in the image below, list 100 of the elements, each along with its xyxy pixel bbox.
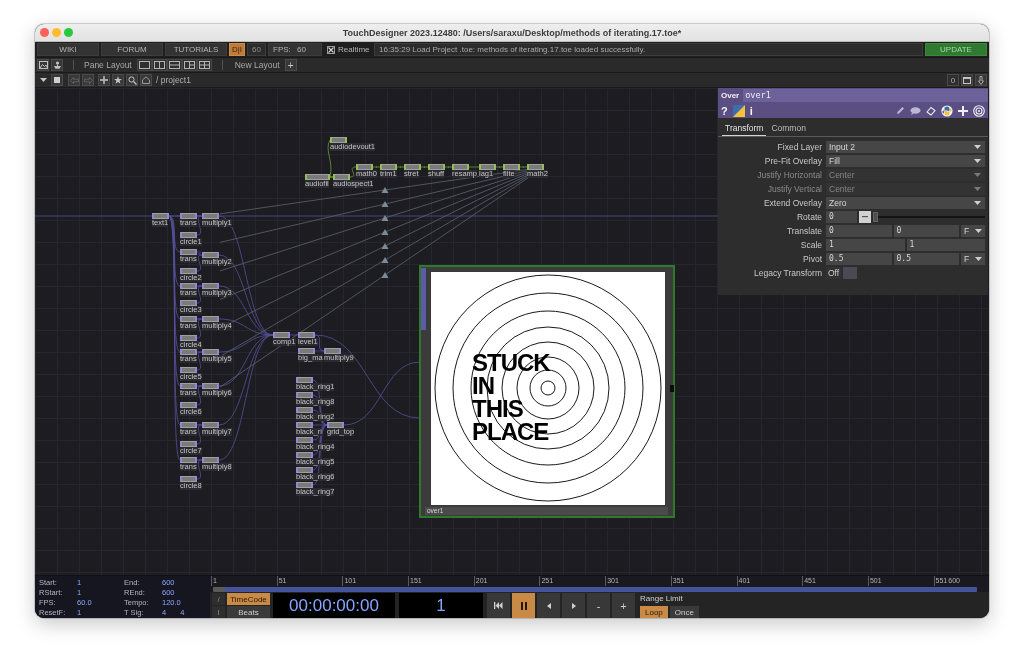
add-layout-button[interactable]: + — [284, 59, 297, 71]
minus-button[interactable] — [859, 211, 871, 223]
image-button[interactable] — [37, 59, 49, 71]
caret-icon — [974, 187, 981, 191]
number-field[interactable]: 1 — [826, 239, 905, 251]
add-button[interactable] — [98, 74, 110, 86]
realtime-checkbox[interactable] — [327, 45, 335, 54]
plus-icon — [100, 76, 108, 84]
step-forward-icon — [571, 602, 576, 609]
two-row-icon — [168, 61, 180, 69]
side-button[interactable]: I — [212, 606, 225, 618]
menu-link[interactable]: FORUM — [101, 43, 163, 56]
back-arrow-icon — [69, 76, 79, 84]
new-layout-label: New Layout — [234, 60, 280, 70]
stop-button[interactable] — [51, 74, 63, 86]
minus-icon — [862, 216, 868, 218]
info-button[interactable]: i — [749, 104, 753, 117]
unit-dropdown[interactable]: F — [961, 225, 985, 237]
parameter-label: Legacy Transform — [752, 268, 823, 278]
dropdown-field[interactable]: Zero — [826, 197, 985, 209]
caret-icon — [974, 145, 981, 149]
range-option-button[interactable]: Loop — [640, 606, 668, 618]
parameter-label: Translate — [785, 226, 823, 236]
two-column-icon — [153, 61, 165, 69]
parameter-label: Pre-Fit Overlay — [763, 156, 823, 166]
range-option-button[interactable]: Once — [669, 606, 699, 618]
network-path[interactable]: / project1 — [156, 75, 191, 85]
maximize-button[interactable] — [961, 74, 973, 86]
back-button[interactable] — [68, 74, 80, 86]
pedestal-button[interactable] — [51, 59, 63, 71]
transport-button[interactable] — [487, 593, 510, 618]
perform-toggle[interactable]: D|I — [229, 43, 245, 56]
favorite-button[interactable] — [112, 74, 124, 86]
python-icon — [941, 104, 953, 117]
down-arrow-icon — [978, 75, 984, 85]
menu-link[interactable]: WIKI — [37, 43, 99, 56]
timecode-display: 00:00:00:00 — [273, 593, 395, 618]
slider-handle[interactable] — [873, 212, 878, 222]
image-icon — [38, 61, 48, 69]
star-icon — [114, 76, 122, 84]
number-field[interactable]: 0 — [826, 225, 892, 237]
plus-icon — [958, 105, 968, 116]
operator-name-field[interactable]: over1 — [743, 89, 988, 102]
dropdown-field[interactable]: Input 2 — [826, 141, 985, 153]
parameter-label: Extend Overlay — [762, 198, 823, 208]
menu-link[interactable]: TUTORIALS — [165, 43, 227, 56]
parameter-tab[interactable]: Common — [768, 120, 809, 136]
parameter-label: Pivot — [802, 254, 823, 264]
toggle-indicator[interactable] — [843, 267, 857, 279]
house-icon — [142, 76, 150, 84]
dropdown-field[interactable]: Fill — [826, 155, 985, 167]
unit-dropdown[interactable]: F — [961, 253, 985, 265]
pencil-icon — [896, 106, 905, 115]
operator-type: Over — [721, 91, 740, 100]
download-button[interactable] — [975, 74, 987, 86]
slider-track[interactable] — [873, 211, 985, 223]
home-button[interactable] — [140, 74, 152, 86]
side-button[interactable]: / — [212, 593, 225, 605]
toggle-button[interactable]: Off — [826, 267, 841, 279]
target-icon — [973, 104, 985, 117]
caret-icon — [39, 78, 47, 82]
transport-button[interactable] — [512, 593, 535, 618]
number-field[interactable]: 0 — [826, 211, 857, 223]
maximize-icon — [963, 76, 971, 84]
search-button[interactable] — [126, 74, 138, 86]
transport-button[interactable] — [562, 593, 585, 618]
parameter-label: Rotate — [795, 212, 823, 222]
timeline-scrollbar[interactable] — [213, 587, 977, 592]
caret-icon — [974, 201, 981, 205]
parameter-tab[interactable]: Transform — [722, 120, 767, 136]
transport-button[interactable] — [537, 593, 560, 618]
status-message: 16:35:29 Load Project .toe: methods of iterating.17.toe loaded successfully. — [374, 43, 923, 56]
pedestal-icon — [52, 61, 62, 69]
transport-button[interactable]: + — [612, 593, 635, 618]
close-button[interactable] — [40, 28, 49, 37]
forward-arrow-icon — [83, 76, 93, 84]
help-button[interactable]: ? — [721, 104, 728, 117]
time-mode-button[interactable]: Beats — [227, 606, 270, 618]
caret-icon — [975, 257, 982, 261]
layout-button[interactable] — [136, 59, 152, 71]
number-field[interactable]: 0.5 — [893, 253, 959, 265]
parameter-label: Fixed Layer — [776, 142, 823, 152]
zoom-button[interactable] — [64, 28, 73, 37]
single-pane-icon — [138, 61, 150, 69]
forward-button[interactable] — [82, 74, 94, 86]
caret-icon — [974, 159, 981, 163]
transport-button[interactable]: - — [587, 593, 610, 618]
parameter-label: Justify Horizontal — [756, 170, 823, 180]
diamond-icon — [926, 105, 936, 116]
minimize-button[interactable] — [52, 28, 61, 37]
number-field[interactable]: 1 — [906, 239, 985, 251]
time-mode-button[interactable]: TimeCode — [227, 593, 270, 605]
window-title: TouchDesigner 2023.12480: /Users/saraxu/Desktop/methods of iterating.17.toe* — [341, 27, 683, 38]
pause-icon — [520, 601, 527, 610]
pane-layout-label: Pane Layout — [84, 60, 132, 70]
number-field[interactable]: 0.5 — [826, 253, 892, 265]
frame-display[interactable]: 1 — [399, 593, 483, 618]
four-pane-icon — [198, 61, 210, 69]
three-pane-icon — [183, 61, 195, 69]
number-field[interactable]: 0 — [893, 225, 959, 237]
